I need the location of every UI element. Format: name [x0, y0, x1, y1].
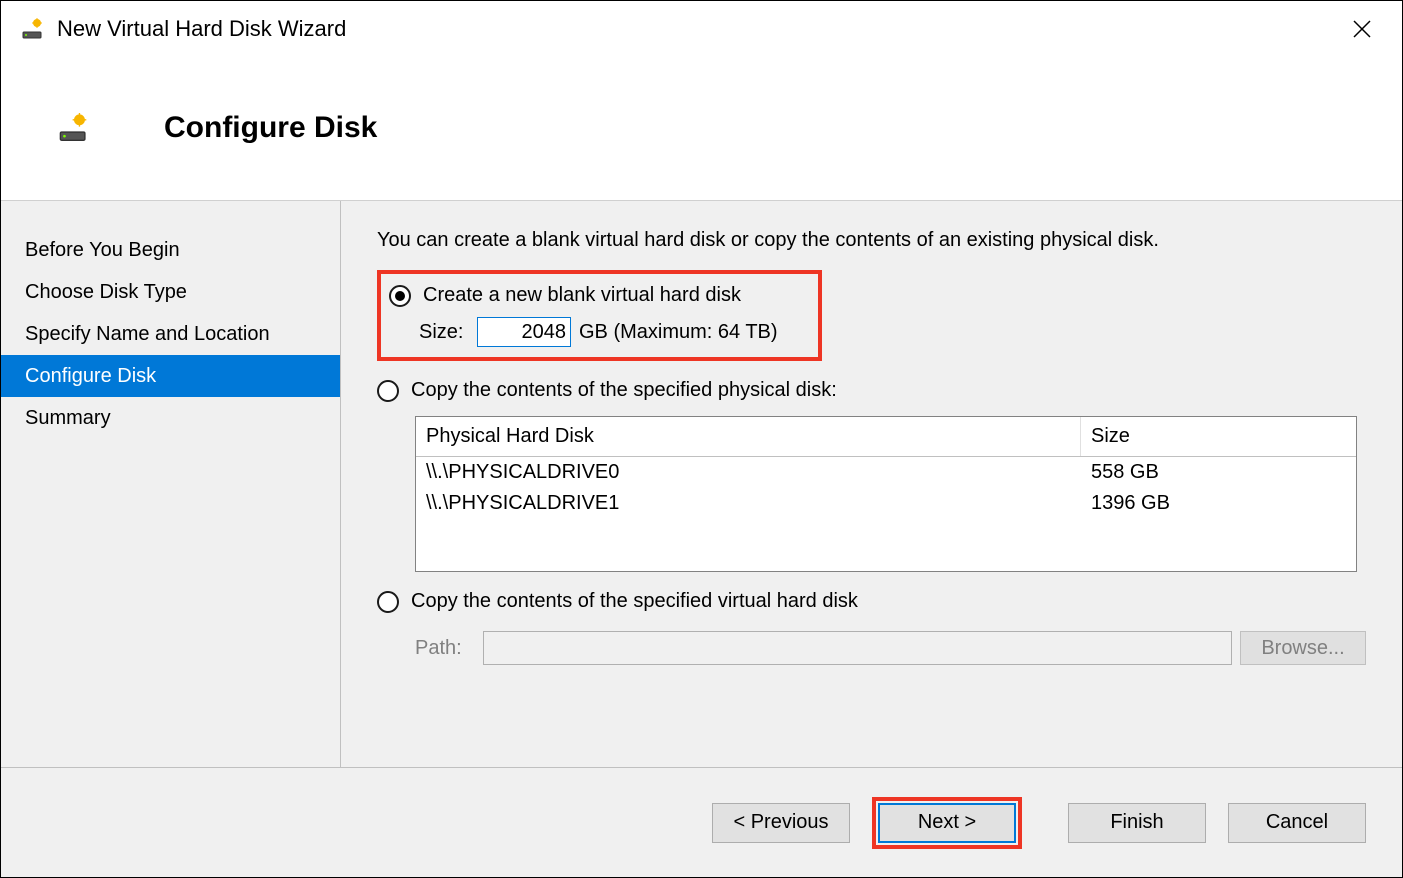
browse-button: Browse... — [1240, 631, 1366, 665]
table-row[interactable]: \\.\PHYSICALDRIVE1 1396 GB — [416, 488, 1356, 519]
radio-create-blank[interactable] — [389, 285, 411, 307]
next-button[interactable]: Next > — [878, 803, 1016, 843]
sidebar-item-specify-name-location[interactable]: Specify Name and Location — [1, 313, 340, 355]
intro-text: You can create a blank virtual hard disk… — [377, 229, 1366, 252]
size-label: Size: — [419, 321, 477, 344]
radio-copy-virtual-label: Copy the contents of the specified virtu… — [411, 590, 858, 613]
sidebar: Before You Begin Choose Disk Type Specif… — [1, 201, 341, 767]
sidebar-item-choose-disk-type[interactable]: Choose Disk Type — [1, 271, 340, 313]
cancel-button[interactable]: Cancel — [1228, 803, 1366, 843]
radio-create-blank-label: Create a new blank virtual hard disk — [423, 284, 741, 307]
path-input — [483, 631, 1232, 665]
size-unit-text: GB (Maximum: 64 TB) — [579, 321, 778, 344]
cell-size: 558 GB — [1081, 457, 1356, 488]
close-button[interactable] — [1342, 9, 1382, 49]
size-input[interactable] — [477, 317, 571, 347]
window-title: New Virtual Hard Disk Wizard — [57, 16, 346, 42]
next-button-highlight: Next > — [872, 797, 1022, 849]
sidebar-item-summary[interactable]: Summary — [1, 397, 340, 439]
wizard-disk-icon — [19, 18, 47, 40]
sidebar-item-before-you-begin[interactable]: Before You Begin — [1, 229, 340, 271]
cell-size: 1396 GB — [1081, 488, 1356, 519]
titlebar: New Virtual Hard Disk Wizard — [1, 1, 1402, 56]
physical-disk-table: Physical Hard Disk Size \\.\PHYSICALDRIV… — [415, 416, 1357, 572]
col-header-size[interactable]: Size — [1081, 417, 1356, 456]
option-create-blank-highlight: Create a new blank virtual hard disk Siz… — [377, 270, 822, 361]
step-header: Configure Disk — [1, 56, 1402, 201]
radio-copy-physical-label: Copy the contents of the specified physi… — [411, 379, 837, 402]
wizard-body: Before You Begin Choose Disk Type Specif… — [1, 201, 1402, 767]
previous-button[interactable]: < Previous — [712, 803, 850, 843]
step-disk-icon — [56, 113, 92, 143]
path-label: Path: — [415, 637, 483, 660]
finish-button[interactable]: Finish — [1068, 803, 1206, 843]
cell-disk: \\.\PHYSICALDRIVE1 — [416, 488, 1081, 519]
step-title: Configure Disk — [164, 111, 377, 145]
radio-copy-physical[interactable] — [377, 380, 399, 402]
content-panel: You can create a blank virtual hard disk… — [341, 201, 1402, 767]
cell-disk: \\.\PHYSICALDRIVE0 — [416, 457, 1081, 488]
col-header-disk[interactable]: Physical Hard Disk — [416, 417, 1081, 456]
sidebar-item-configure-disk[interactable]: Configure Disk — [1, 355, 340, 397]
radio-copy-virtual[interactable] — [377, 591, 399, 613]
table-row[interactable]: \\.\PHYSICALDRIVE0 558 GB — [416, 457, 1356, 488]
close-icon — [1353, 20, 1371, 38]
footer: < Previous Next > Finish Cancel — [1, 767, 1402, 877]
